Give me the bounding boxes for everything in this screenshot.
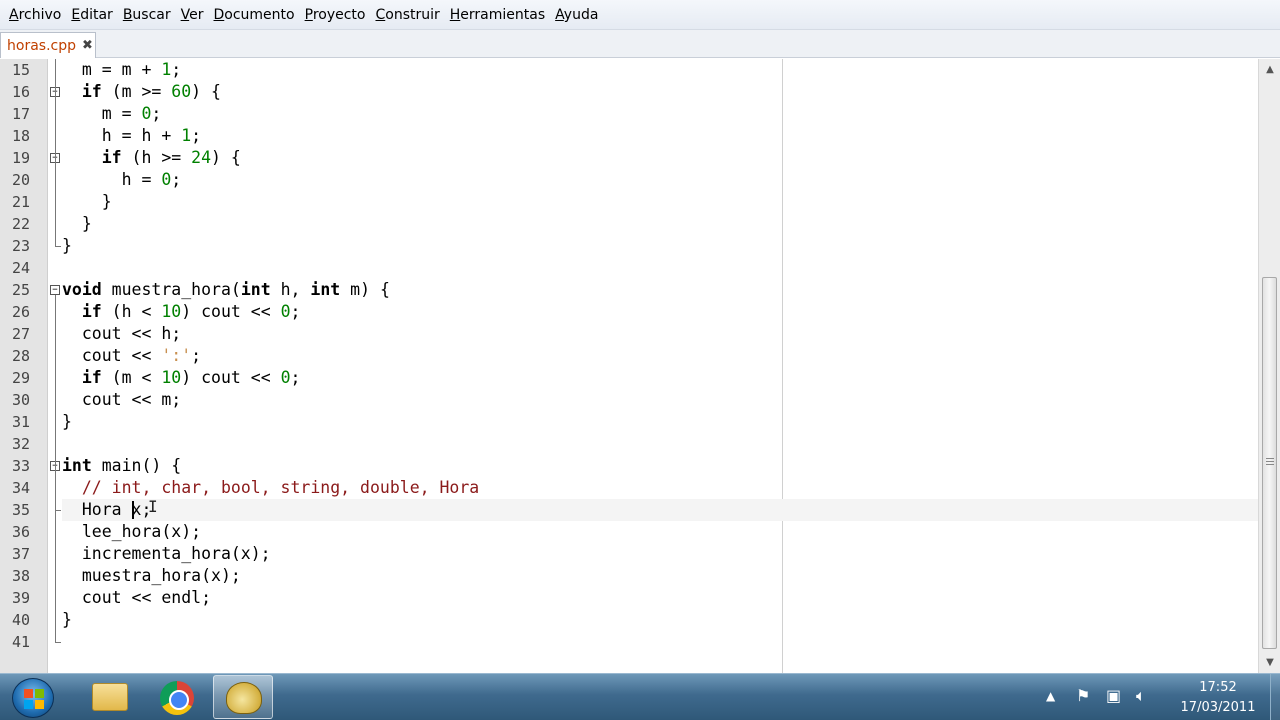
code-line[interactable]: lee_hora(x);	[62, 521, 201, 543]
code-line[interactable]: }	[62, 411, 72, 433]
code-line[interactable]: if (m < 10) cout << 0;	[62, 367, 301, 389]
line-number: 25	[11, 281, 30, 299]
flag-icon[interactable]: ⚑	[1076, 686, 1090, 705]
code-line[interactable]: int main() {	[62, 455, 181, 477]
code-line[interactable]: h = 0;	[62, 169, 182, 191]
code-line[interactable]: cout << endl;	[62, 587, 211, 609]
windows-logo-icon	[24, 689, 44, 709]
menu-construir[interactable]: Construir	[370, 4, 444, 26]
line-number: 34	[11, 479, 30, 497]
line-number: 29	[11, 369, 30, 387]
line-number: 21	[11, 193, 30, 211]
scroll-down-icon[interactable]: ▼	[1261, 654, 1279, 671]
taskbar: ▲ ⚑ ▣ 🔈︎ 17:52 17/03/2011	[0, 673, 1280, 720]
fold-margin: −−−−	[48, 59, 62, 673]
line-number: 16	[11, 83, 30, 101]
line-number: 24	[11, 259, 30, 277]
line-number-gutter: 15 16 17 18 19 20 21 22 23 24 25 26 27 28 29 30 31 32 33 34…	[0, 59, 48, 673]
line-number: 27	[11, 325, 30, 343]
taskbar-chrome[interactable]	[146, 675, 206, 719]
scroll-thumb[interactable]	[1262, 277, 1277, 649]
code-line[interactable]: if (h < 10) cout << 0;	[62, 301, 301, 323]
code-line[interactable]: }	[62, 191, 112, 213]
code-line[interactable]: incrementa_hora(x);	[62, 543, 271, 565]
fold-guide	[55, 471, 56, 642]
menu-editar[interactable]: Editar	[66, 4, 117, 26]
fold-toggle-icon[interactable]: −	[50, 285, 60, 295]
line-number: 23	[11, 237, 30, 255]
code-line[interactable]: void muestra_hora(int h, int m) {	[62, 279, 390, 301]
folder-icon	[92, 683, 128, 711]
line-number: 17	[11, 105, 30, 123]
line-number: 35	[11, 501, 30, 519]
long-line-marker	[782, 59, 783, 673]
taskbar-explorer[interactable]	[78, 675, 138, 719]
line-number: 36	[11, 523, 30, 541]
code-line[interactable]: cout << h;	[62, 323, 181, 345]
clock-time: 17:52	[1199, 680, 1237, 695]
tab-label: horas.cpp	[7, 37, 76, 54]
tab-bar: horas.cpp ✖	[0, 30, 1280, 58]
clock-date: 17/03/2011	[1180, 700, 1256, 715]
scroll-up-icon[interactable]: ▲	[1261, 61, 1279, 78]
geany-icon	[226, 682, 262, 714]
code-line[interactable]: if (h >= 24) {	[62, 147, 241, 169]
line-number: 37	[11, 545, 30, 563]
show-desktop-button[interactable]	[1270, 674, 1280, 720]
code-line[interactable]: h = h + 1;	[62, 125, 201, 147]
code-editor[interactable]: 15 16 17 18 19 20 21 22 23 24 25 26 27 28 29 30 31 32 33 34…	[0, 59, 1258, 673]
menu-ayuda[interactable]: Ayuda	[550, 4, 603, 26]
line-number: 22	[11, 215, 30, 233]
volume-icon[interactable]: 🔈︎	[1136, 686, 1146, 706]
line-number: 18	[11, 127, 30, 145]
text-cursor	[132, 501, 134, 519]
menu-archivo[interactable]: Archivo	[4, 4, 66, 26]
menu-documento[interactable]: Documento	[209, 4, 300, 26]
line-number: 19	[11, 149, 30, 167]
line-number: 39	[11, 589, 30, 607]
fold-guide-end	[55, 246, 61, 247]
line-number: 30	[11, 391, 30, 409]
vertical-scrollbar[interactable]: ▲ ▼	[1258, 59, 1280, 673]
menu-proyecto[interactable]: Proyecto	[300, 4, 371, 26]
network-icon[interactable]: ▣	[1106, 686, 1121, 705]
menu-ver[interactable]: Ver	[176, 4, 209, 26]
line-number: 26	[11, 303, 30, 321]
line-number: 33	[11, 457, 30, 475]
mouse-ibeam-icon: I	[148, 497, 158, 516]
code-line[interactable]: m = 0;	[62, 103, 162, 125]
code-line[interactable]: m = m + 1;	[62, 59, 181, 81]
line-number: 31	[11, 413, 30, 431]
line-number: 20	[11, 171, 30, 189]
line-number: 38	[11, 567, 30, 585]
menu-herramientas[interactable]: Herramientas	[445, 4, 550, 26]
up-arrow-icon[interactable]: ▲	[1046, 689, 1055, 703]
code-line[interactable]: cout << ':';	[62, 345, 201, 367]
line-number: 15	[11, 61, 30, 79]
close-icon[interactable]: ✖	[82, 38, 93, 53]
code-line[interactable]: // int, char, bool, string, double, Hora	[62, 477, 479, 499]
line-number: 40	[11, 611, 30, 629]
start-button[interactable]	[12, 678, 54, 718]
menu-buscar[interactable]: Buscar	[118, 4, 176, 26]
current-line-highlight	[62, 499, 1258, 521]
code-line[interactable]: }	[62, 609, 72, 631]
tab-horas-cpp[interactable]: horas.cpp ✖	[0, 32, 96, 58]
code-line[interactable]: }	[62, 235, 72, 257]
fold-guide	[55, 59, 56, 246]
system-clock[interactable]: 17:52 17/03/2011	[1168, 678, 1268, 718]
code-line[interactable]: if (m >= 60) {	[62, 81, 221, 103]
line-number: 32	[11, 435, 30, 453]
code-line[interactable]: cout << m;	[62, 389, 181, 411]
taskbar-geany[interactable]	[213, 675, 273, 719]
code-line[interactable]: Hora x;	[62, 499, 152, 521]
fold-guide-end	[55, 642, 61, 643]
line-number: 41	[11, 633, 30, 651]
code-line[interactable]: }	[62, 213, 92, 235]
line-number: 28	[11, 347, 30, 365]
menu-bar: Archivo Editar Buscar Ver Documento Proy…	[0, 0, 1280, 30]
code-line[interactable]: muestra_hora(x);	[62, 565, 241, 587]
chrome-icon	[160, 681, 194, 715]
